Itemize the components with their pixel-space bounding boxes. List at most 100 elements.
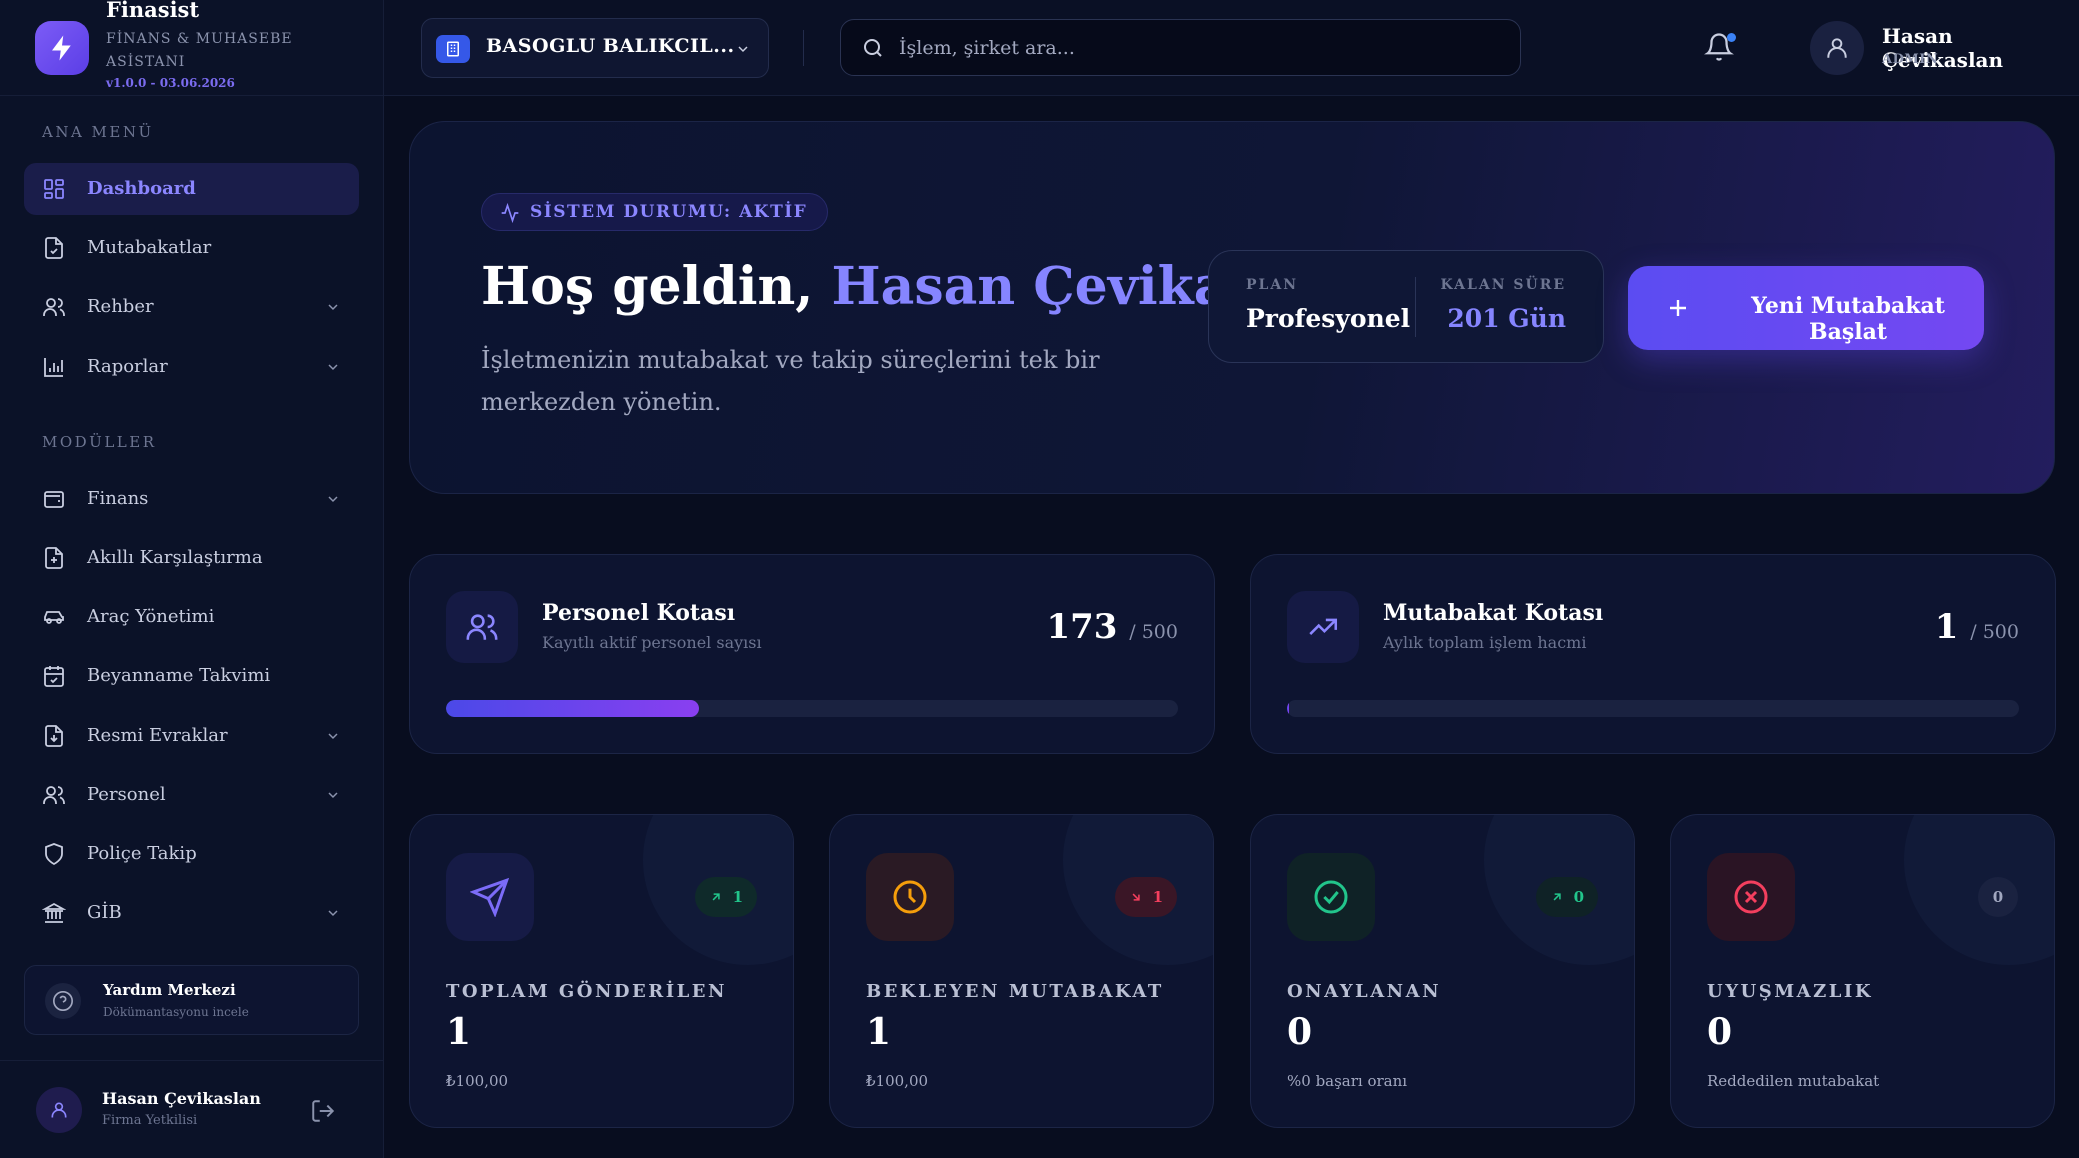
help-circle-icon (45, 983, 81, 1019)
sidebar-item-finans[interactable]: Finans (24, 473, 359, 525)
brand-version: v1.0.0 - 03.06.2026 (106, 76, 235, 90)
chevron-down-icon[interactable] (325, 905, 341, 921)
send-icon (446, 853, 534, 941)
sidebar-item-dashboard[interactable]: Dashboard (24, 163, 359, 215)
trending-up-icon (1287, 591, 1359, 663)
stat-card-pending[interactable]: 1 BEKLEYEN MUTABAKAT 1 ₺100,00 (829, 814, 1214, 1128)
brand-header: Finasist FİNANS & MUHASEBE ASİSTANI v1.0… (0, 0, 384, 96)
plan-info-card: PLAN Profesyonel KALAN SÜRE 201 Gün (1208, 250, 1604, 363)
lightning-logo-icon[interactable] (35, 21, 89, 75)
brand-name: Finasist (106, 0, 200, 22)
trend-value: 0 (1992, 888, 2004, 906)
chevron-down-icon[interactable] (325, 491, 341, 507)
sidebar-item-beyanname-takvimi[interactable]: Beyanname Takvimi (24, 650, 359, 702)
quota-current: 1 (1934, 607, 1959, 647)
help-subtitle: Dökümantasyonu incele (103, 1005, 249, 1019)
stat-card-approved[interactable]: 0 ONAYLANAN 0 %0 başarı oranı (1250, 814, 1635, 1128)
chevron-down-icon[interactable] (325, 728, 341, 744)
help-title: Yardım Merkezi (103, 981, 236, 999)
reconciliation-quota-card: Mutabakat Kotası Aylık toplam işlem hacm… (1250, 554, 2056, 754)
sidebar-item-personel[interactable]: Personel (24, 769, 359, 821)
greeting-text: Hoş geldin, (481, 256, 814, 317)
sidebar-item-label: Raporlar (87, 356, 168, 377)
stat-label: TOPLAM GÖNDERİLEN (446, 981, 727, 1002)
users-icon (43, 298, 65, 316)
welcome-hero: SİSTEM DURUMU: AKTİF Hoş geldin, Hasan Ç… (409, 121, 2055, 494)
sidebar-item-gib[interactable]: GİB (24, 887, 359, 939)
sidebar-item-label: Resmi Evraklar (87, 725, 228, 746)
sidebar-item-arac-yonetimi[interactable]: Araç Yönetimi (24, 591, 359, 643)
sidebar-item-police-takip[interactable]: Poliçe Takip (24, 828, 359, 880)
sidebar-item-label: Beyanname Takvimi (87, 665, 271, 686)
quota-subtitle: Kayıtlı aktif personel sayısı (542, 633, 762, 652)
stat-value: 1 (446, 1011, 472, 1053)
sidebar-item-label: Mutabakatlar (87, 237, 212, 258)
sidebar-item-label: Akıllı Karşılaştırma (87, 547, 263, 568)
shield-icon (45, 843, 63, 866)
hero-description: İşletmenizin mutabakat ve takip süreçler… (481, 346, 1100, 416)
quota-value: 173 / 500 (1046, 607, 1178, 647)
avatar[interactable] (36, 1087, 82, 1133)
sidebar-item-label: Dashboard (87, 178, 196, 199)
quota-subtitle: Aylık toplam işlem hacmi (1383, 633, 1587, 652)
logout-icon[interactable] (310, 1098, 336, 1124)
stat-card-sent[interactable]: 1 TOPLAM GÖNDERİLEN 1 ₺100,00 (409, 814, 794, 1128)
check-circle-icon (1287, 853, 1375, 941)
trend-badge: 1 (694, 877, 757, 917)
document-check-icon (45, 237, 63, 259)
status-text: SİSTEM DURUMU: AKTİF (530, 202, 808, 222)
chevron-down-icon[interactable] (325, 299, 341, 315)
notification-dot (1727, 33, 1736, 42)
clock-icon (866, 853, 954, 941)
document-download-icon (45, 725, 63, 747)
car-icon (44, 611, 64, 624)
stat-label: ONAYLANAN (1287, 981, 1442, 1002)
sidebar-item-resmi-evraklar[interactable]: Resmi Evraklar (24, 710, 359, 762)
grid-icon (44, 179, 64, 199)
document-compare-icon (45, 547, 63, 569)
stat-subtext: ₺100,00 (446, 1072, 509, 1090)
stat-card-dispute[interactable]: 0 UYUŞMAZLIK 0 Reddedilen mutabakat (1670, 814, 2055, 1128)
trend-value: 1 (1152, 888, 1163, 906)
sidebar: Finasist FİNANS & MUHASEBE ASİSTANI v1.0… (0, 0, 384, 1158)
sidebar-item-raporlar[interactable]: Raporlar (24, 341, 359, 393)
chevron-down-icon[interactable] (325, 359, 341, 375)
plan-divider (1415, 277, 1416, 337)
arrow-down-right-icon (1132, 893, 1140, 901)
topbar-user-role: ADMIN (1882, 52, 1939, 67)
search-icon (864, 39, 882, 57)
bar-chart-icon (44, 358, 63, 377)
quota-max: / 500 (1129, 621, 1178, 643)
sidebar-item-label: Personel (87, 784, 166, 805)
quota-max: / 500 (1970, 621, 2019, 643)
sidebar-item-mutabakatlar[interactable]: Mutabakatlar (24, 222, 359, 274)
sidebar-item-label: Araç Yönetimi (87, 606, 215, 627)
bank-icon (42, 902, 66, 923)
users-icon (43, 786, 65, 804)
new-reconciliation-label: Yeni Mutabakat Başlat (1751, 293, 1945, 345)
arrow-up-right-icon (1553, 893, 1561, 901)
trend-badge: 0 (1978, 877, 2018, 917)
status-badge: SİSTEM DURUMU: AKTİF (481, 193, 829, 231)
company-selector[interactable]: BASOGLU BALIKCIL... (421, 18, 769, 78)
stat-value: 0 (1287, 1011, 1313, 1053)
quota-progress-fill (446, 700, 700, 717)
sidebar-item-rehber[interactable]: Rehber (24, 281, 359, 333)
sidebar-user-panel: Hasan Çevikaslan Firma Yetkilisi (0, 1060, 384, 1158)
remaining-label: KALAN SÜRE (1440, 277, 1566, 293)
stat-label: UYUŞMAZLIK (1707, 981, 1873, 1002)
help-center-card[interactable]: Yardım Merkezi Dökümantasyonu incele (24, 965, 359, 1035)
chevron-down-icon[interactable] (325, 787, 341, 803)
building-icon (436, 35, 470, 63)
new-reconciliation-button[interactable]: Yeni Mutabakat Başlat (1628, 266, 1984, 350)
quota-title: Personel Kotası (542, 600, 736, 626)
company-name: BASOGLU BALIKCIL... (486, 35, 735, 57)
avatar[interactable] (1810, 21, 1864, 75)
search-input[interactable] (899, 30, 1499, 66)
users-icon (446, 591, 518, 663)
sidebar-item-label: Poliçe Takip (87, 843, 197, 864)
sidebar-item-akilli-karsilastirma[interactable]: Akıllı Karşılaştırma (24, 532, 359, 584)
arrow-up-right-icon (712, 893, 720, 901)
trend-badge: 0 (1535, 877, 1598, 917)
search-box[interactable] (840, 19, 1521, 76)
